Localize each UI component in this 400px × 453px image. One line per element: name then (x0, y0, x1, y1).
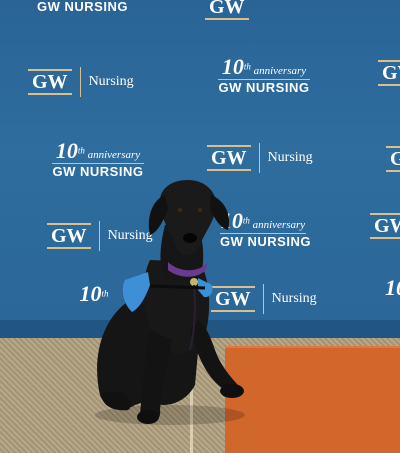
front-paw-right (220, 384, 244, 398)
black-dog (95, 180, 245, 425)
collar-tag (190, 278, 198, 286)
front-paw-left (137, 410, 159, 424)
harness-strap (149, 284, 206, 290)
eye-left (177, 207, 183, 213)
photo-scene: GW NURSING GW GW Nursing 10th anniversary… (0, 0, 400, 453)
front-leg-right (190, 320, 243, 395)
ear-right (210, 195, 230, 230)
dog-nose (183, 233, 197, 243)
eye-right (197, 207, 203, 213)
